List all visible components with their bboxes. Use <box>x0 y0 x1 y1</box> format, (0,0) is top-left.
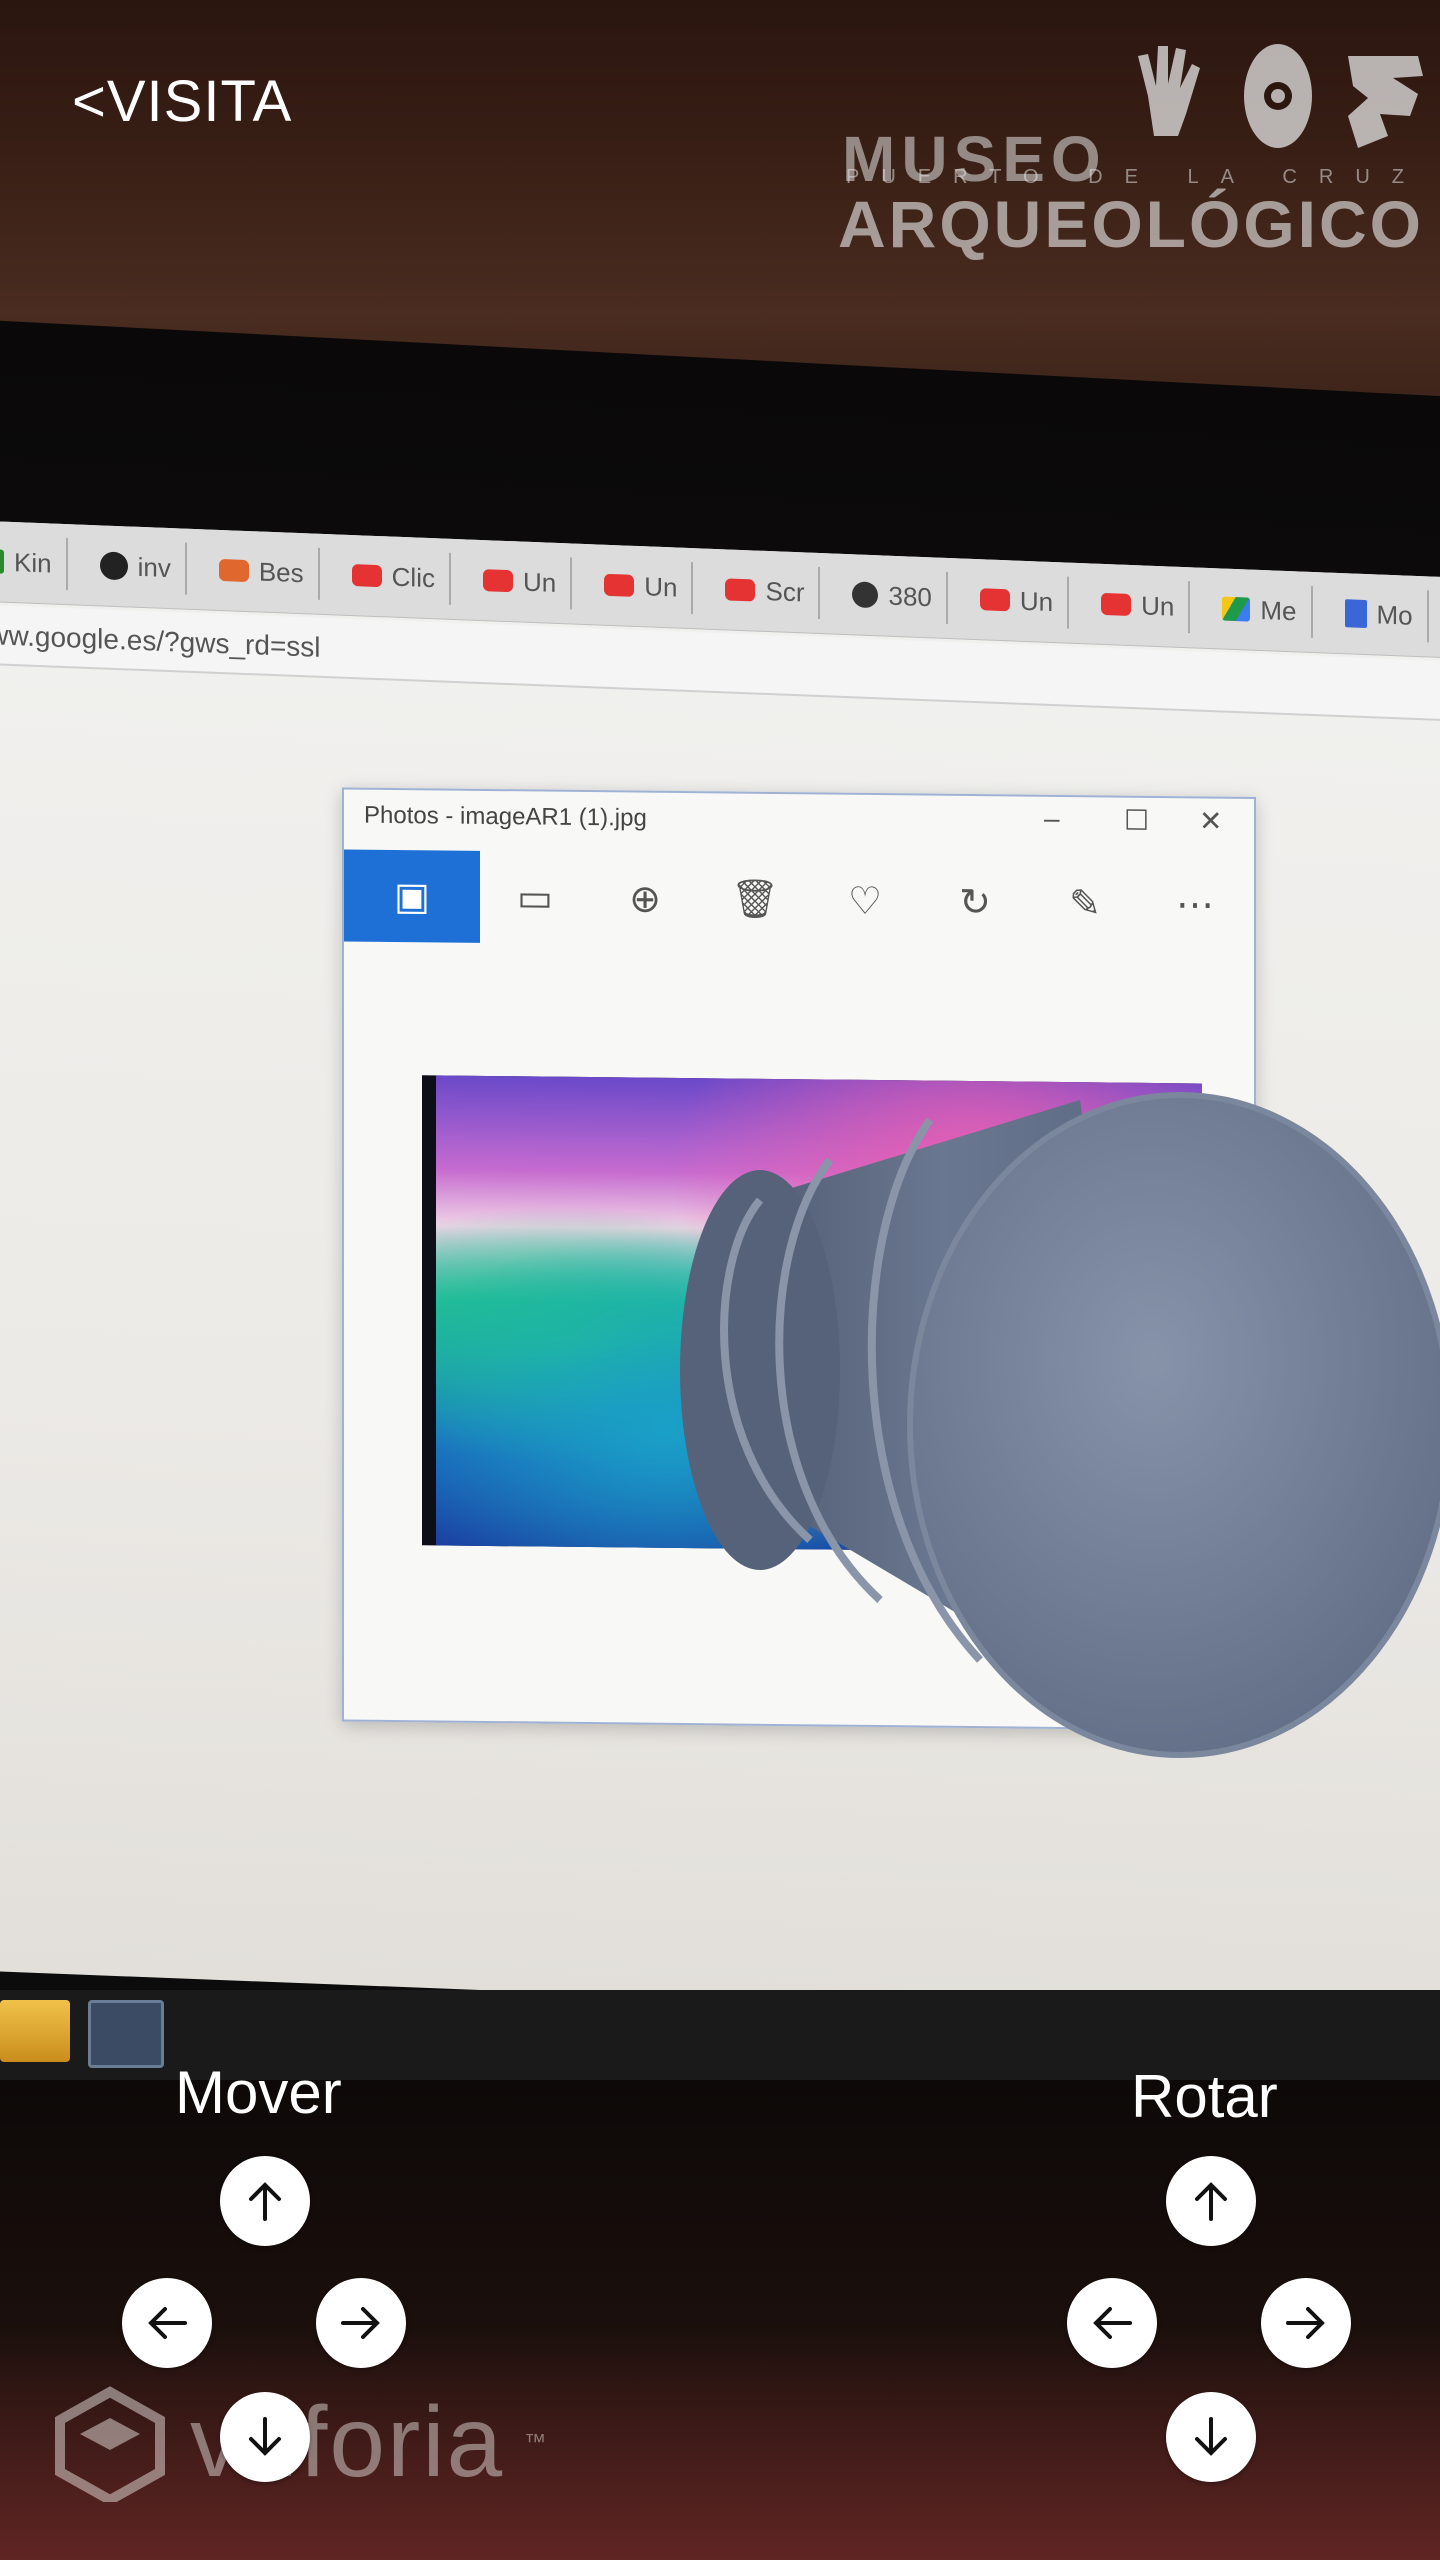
zoom-icon: ⊕ <box>629 877 661 921</box>
rotate-down-button[interactable] <box>1166 2392 1256 2482</box>
youtube-icon <box>604 573 635 597</box>
browser-tab: Un <box>965 572 1070 629</box>
ar-cylinder-model <box>680 1092 1440 1758</box>
browser-tab: Un <box>1087 577 1191 634</box>
rotate-right-button[interactable] <box>1261 2278 1351 2368</box>
browser-tab: Un <box>590 558 694 615</box>
maximize-icon: ☐ <box>1124 804 1150 836</box>
youtube-icon <box>482 569 513 593</box>
rotate-up-button[interactable] <box>1166 2156 1256 2246</box>
minimize-icon: – <box>1044 802 1060 834</box>
tab-favicon-icon <box>218 558 249 583</box>
museum-emblem-icon <box>1138 44 1423 148</box>
move-up-button[interactable] <box>220 2156 310 2246</box>
browser-tab: 380 <box>838 567 948 624</box>
browser-tab: Clic <box>337 548 451 605</box>
browser-tab: Un <box>468 553 573 610</box>
browser-tab: Scr <box>711 562 821 620</box>
down-arrow-icon <box>1195 2417 1227 2456</box>
browser-tab: inv <box>85 538 187 595</box>
rotate-left-button[interactable] <box>1067 2278 1157 2368</box>
youtube-icon <box>725 578 756 602</box>
rotate-label: Rotar <box>1131 2063 1278 2130</box>
tab-favicon-icon <box>0 548 4 574</box>
close-icon: ✕ <box>1199 805 1223 837</box>
up-arrow-icon <box>1195 2182 1227 2221</box>
photos-window-title: Photos - imageAR1 (1).jpg <box>364 801 647 832</box>
browser-tab: Kin <box>0 534 68 591</box>
left-arrow-icon <box>1093 2307 1132 2339</box>
photos-toolbar: ▣ ▭ ⊕ 🗑 ♡ ↻ ✎ ⋯ <box>344 849 1254 951</box>
delete-icon: 🗑 <box>730 878 780 922</box>
up-arrow-icon <box>249 2182 281 2221</box>
move-label: Mover <box>175 2059 342 2126</box>
docs-icon <box>1344 599 1367 629</box>
folder-icon <box>0 2000 70 2062</box>
browser-tab: Bes <box>204 543 320 600</box>
museum-logo: MUSEO PUERTO DE LA CRUZ ARQUEOLÓGICO <box>838 36 1438 261</box>
rotate-icon: ↻ <box>959 881 991 924</box>
youtube-icon <box>979 588 1010 612</box>
youtube-icon <box>1101 592 1132 616</box>
slideshow-icon: ▭ <box>517 876 553 920</box>
browser-tab: Mo <box>1330 586 1429 643</box>
left-arrow-icon <box>148 2307 187 2339</box>
down-arrow-icon <box>249 2417 281 2456</box>
image-icon: ▣ <box>344 849 480 943</box>
logo-line-arqueologico: ARQUEOLÓGICO <box>838 187 1425 261</box>
globe-icon <box>852 581 879 609</box>
vuforia-logo-icon <box>55 2386 165 2502</box>
right-arrow-icon <box>1286 2307 1325 2339</box>
more-icon: ⋯ <box>1176 883 1214 927</box>
back-button[interactable]: <VISITA <box>72 68 292 135</box>
drive-icon <box>1222 596 1251 622</box>
github-icon <box>99 551 128 581</box>
edit-icon: ✎ <box>1069 882 1101 925</box>
move-right-button[interactable] <box>316 2278 406 2368</box>
right-arrow-icon <box>341 2307 380 2339</box>
heart-icon: ♡ <box>847 880 883 923</box>
move-down-button[interactable] <box>220 2392 310 2482</box>
photos-app-icon <box>88 2000 164 2068</box>
move-left-button[interactable] <box>122 2278 212 2368</box>
youtube-icon <box>351 564 382 588</box>
browser-tab: Me <box>1208 581 1313 638</box>
